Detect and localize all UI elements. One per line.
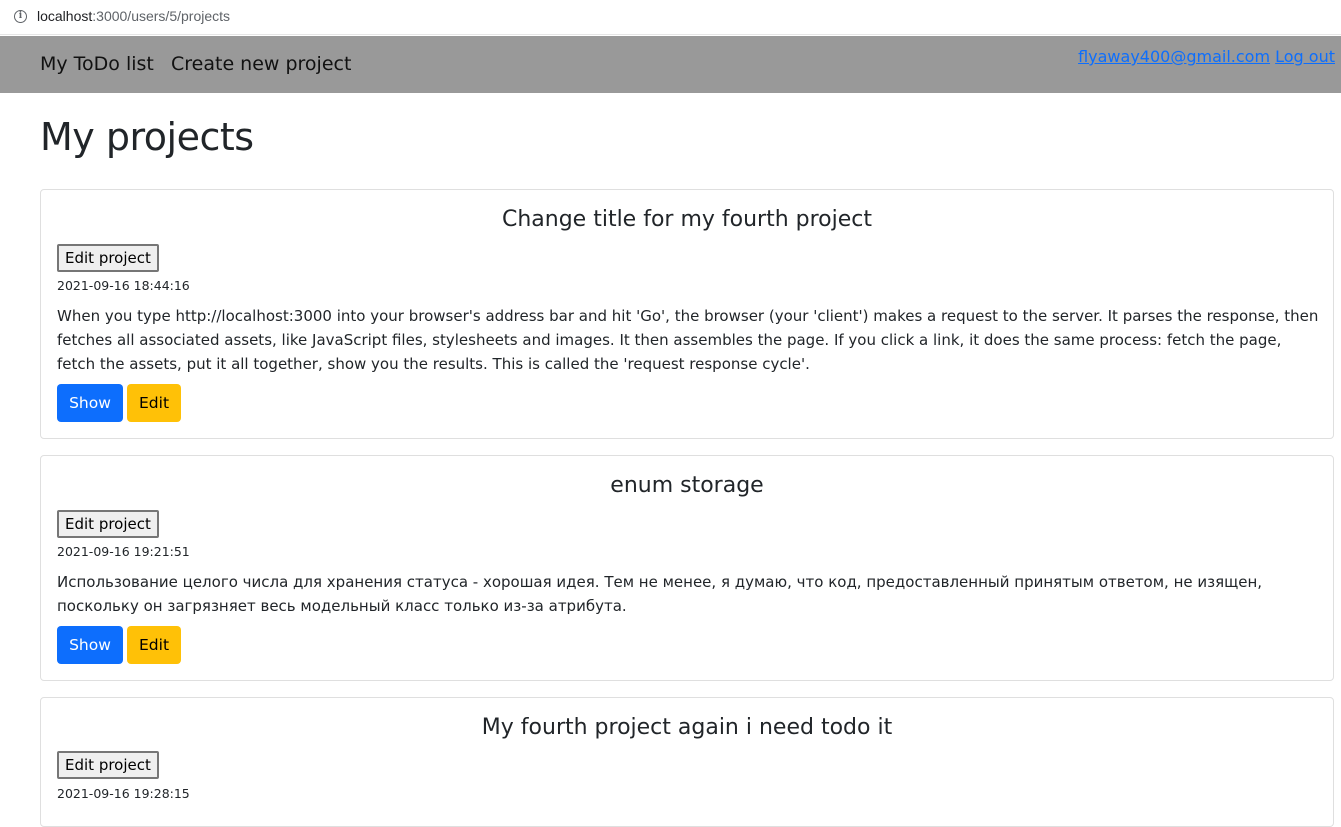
project-description: Использование целого числа для хранения … — [57, 573, 1263, 615]
url-host: localhost — [37, 8, 93, 24]
user-email-link[interactable]: flyaway400@gmail.com — [1078, 47, 1270, 66]
edit-project-button[interactable]: Edit project — [57, 510, 159, 538]
edit-project-button[interactable]: Edit project — [57, 244, 159, 272]
project-title: Change title for my fourth project — [501, 207, 873, 232]
nav-create-project-link[interactable]: Create new project — [171, 53, 351, 75]
nav-user-area: flyaway400@gmail.com Log out — [1078, 47, 1335, 66]
project-date: 2021-09-16 19:28:15 — [57, 786, 190, 801]
nav-brand-link[interactable]: My ToDo list — [40, 53, 154, 75]
url-path: :3000/users/5/projects — [92, 8, 231, 24]
project-card: enum storage Edit project 2021-09-16 19:… — [40, 455, 1334, 681]
url-text[interactable]: localhost:3000/users/5/projects — [37, 8, 230, 24]
browser-address-bar[interactable]: i localhost:3000/users/5/projects — [0, 0, 1341, 35]
navbar: My ToDo list Create new project flyaway4… — [0, 36, 1341, 93]
edit-project-button[interactable]: Edit project — [57, 751, 159, 779]
project-date: 2021-09-16 18:44:16 — [57, 278, 190, 293]
project-card: My fourth project again i need todo it E… — [40, 697, 1334, 827]
page-title: My projects — [40, 115, 254, 159]
edit-button[interactable]: Edit — [127, 384, 181, 422]
project-description: When you type http://localhost:3000 into… — [57, 307, 1319, 373]
edit-button[interactable]: Edit — [127, 626, 181, 664]
info-icon[interactable]: i — [14, 10, 27, 23]
show-button[interactable]: Show — [57, 384, 123, 422]
project-card: Change title for my fourth project Edit … — [40, 189, 1334, 439]
project-title: enum storage — [610, 473, 764, 498]
project-date: 2021-09-16 19:21:51 — [57, 544, 190, 559]
project-title: My fourth project again i need todo it — [481, 715, 893, 740]
show-button[interactable]: Show — [57, 626, 123, 664]
logout-link[interactable]: Log out — [1275, 47, 1335, 66]
